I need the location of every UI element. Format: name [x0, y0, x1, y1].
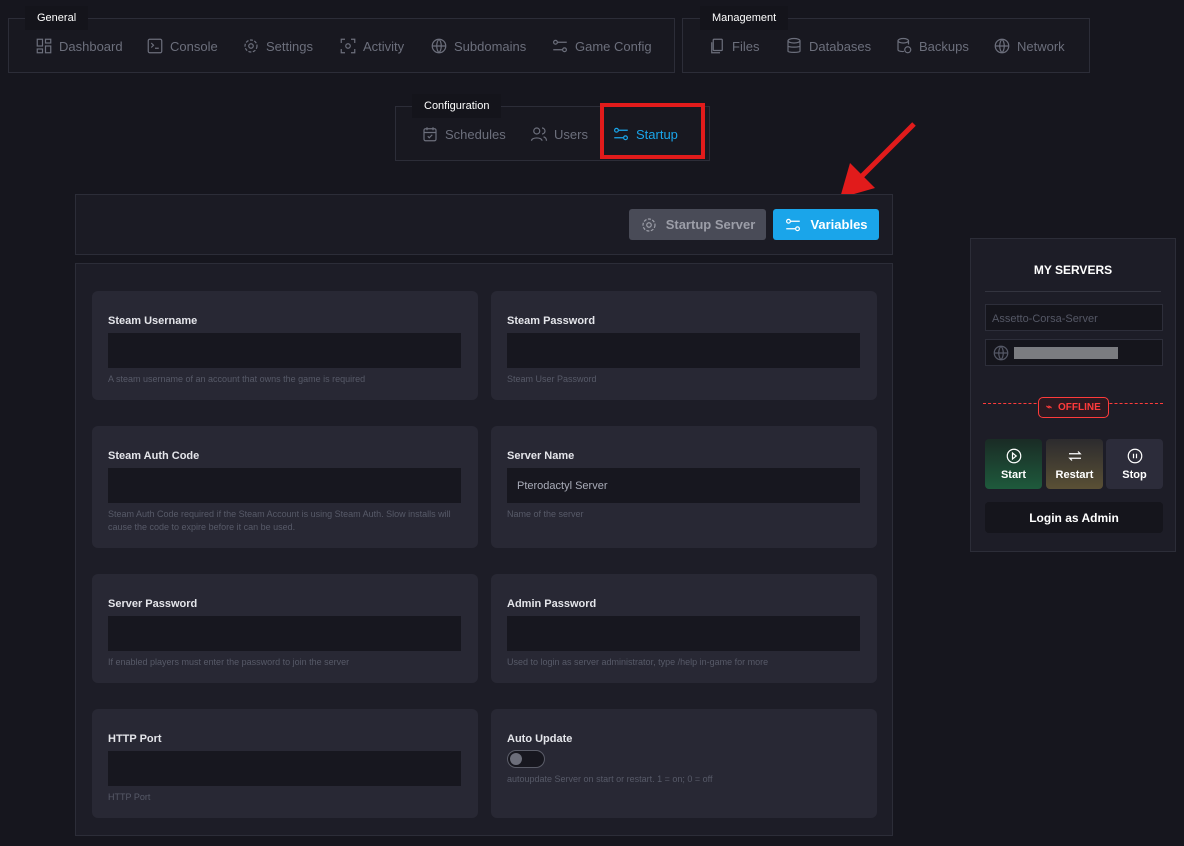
configuration-legend: Configuration	[412, 94, 502, 118]
restart-button[interactable]: Restart	[1046, 439, 1103, 489]
variables-button[interactable]: Variables	[773, 209, 879, 240]
status-badge: ⌁ OFFLINE	[1038, 397, 1109, 418]
variable-label: Steam Username	[108, 315, 198, 327]
pause-icon	[1127, 448, 1142, 464]
variable-input[interactable]	[108, 333, 461, 368]
variable-card: Steam Auth Code Steam Auth Code required …	[92, 426, 478, 548]
variable-input[interactable]	[507, 616, 860, 651]
server-address-field[interactable]	[985, 339, 1163, 366]
sliders-icon	[553, 39, 567, 53]
variable-label: Steam Auth Code	[108, 450, 200, 462]
restart-icon	[1067, 451, 1082, 461]
activity-icon	[340, 38, 356, 54]
variable-input[interactable]	[108, 616, 461, 651]
auto-update-toggle[interactable]	[507, 750, 545, 768]
nav-subdomains[interactable]: Subdomains	[430, 37, 526, 55]
variable-label: Auto Update	[507, 733, 573, 745]
variable-input[interactable]: Pterodactyl Server	[507, 468, 860, 503]
variable-input[interactable]	[108, 751, 461, 786]
database-icon	[787, 37, 801, 53]
globe-icon	[993, 345, 1009, 361]
stop-button[interactable]: Stop	[1106, 439, 1163, 489]
variable-label: Steam Password	[507, 315, 596, 327]
calendar-icon	[423, 127, 437, 142]
sliders-icon	[786, 218, 801, 231]
variable-hint: Steam User Password	[507, 374, 597, 384]
nav-game-config[interactable]: Game Config	[551, 37, 652, 55]
variable-label: HTTP Port	[108, 733, 162, 745]
redacted-address	[1014, 347, 1118, 359]
console-icon	[147, 38, 163, 54]
variable-hint: A steam username of an account that owns…	[108, 374, 366, 384]
nav-databases[interactable]: Databases	[785, 37, 871, 55]
variable-card: HTTP Port HTTP Port	[92, 709, 478, 818]
login-as-admin-button[interactable]: Login as Admin	[985, 502, 1163, 533]
backup-icon	[897, 37, 912, 54]
start-button[interactable]: Start	[985, 439, 1042, 489]
variable-hint: Used to login as server administrator, t…	[507, 657, 769, 667]
startup-server-button[interactable]: Startup Server	[629, 209, 766, 240]
nav-users[interactable]: Users	[530, 125, 588, 143]
management-legend: Management	[700, 6, 789, 30]
nav-console[interactable]: Console	[146, 37, 218, 55]
variable-input[interactable]	[108, 468, 461, 503]
general-legend: General	[25, 6, 89, 30]
nav-schedules[interactable]: Schedules	[421, 125, 506, 143]
play-icon	[1006, 448, 1021, 464]
users-icon	[530, 127, 548, 141]
nav-files[interactable]: Files	[708, 37, 759, 55]
divider	[985, 291, 1161, 292]
dashboard-icon	[36, 38, 52, 54]
variable-label: Admin Password	[507, 598, 597, 610]
highlight-box	[600, 103, 705, 159]
variable-input[interactable]	[507, 333, 860, 368]
variable-card: Steam Username A steam username of an acc…	[92, 291, 478, 400]
variable-label: Server Password	[108, 598, 198, 610]
server-name-field[interactable]: Assetto-Corsa-Server	[985, 304, 1163, 331]
nav-dashboard[interactable]: Dashboard	[35, 37, 123, 55]
gear-icon	[642, 217, 656, 232]
my-servers-title: MY SERVERS	[1033, 263, 1113, 277]
network-icon	[994, 38, 1010, 54]
variable-card: Admin Password Used to login as server ad…	[491, 574, 877, 683]
gear-icon	[244, 39, 258, 53]
variable-card: Server Name Pterodactyl Server Name of the…	[491, 426, 877, 548]
variable-label: Server Name	[507, 450, 575, 462]
variable-hint: If enabled players must enter the passwo…	[108, 657, 350, 667]
variable-card: Server Password If enabled players must e…	[92, 574, 478, 683]
files-icon	[711, 38, 723, 54]
variable-hint: autoupdate Server on start or restart. 1…	[507, 774, 713, 784]
variable-hint: Name of the server	[507, 509, 584, 519]
wifi-off-icon: ⌁	[1046, 402, 1053, 413]
variable-card: Steam Password Steam User Password	[491, 291, 877, 400]
nav-network[interactable]: Network	[993, 37, 1065, 55]
nav-settings[interactable]: Settings	[242, 37, 313, 55]
globe-icon	[431, 38, 447, 54]
nav-activity[interactable]: Activity	[339, 37, 404, 55]
startup-toolbar	[75, 194, 893, 255]
variable-hint: HTTP Port	[108, 792, 151, 802]
toggle-knob	[510, 753, 522, 765]
variable-hint: Steam Auth Code required if the Steam Ac…	[108, 509, 451, 532]
nav-backups[interactable]: Backups	[895, 37, 969, 55]
variable-card: Auto Update autoupdate Server on start or…	[491, 709, 877, 818]
my-servers-panel: MY SERVERS Assetto-Corsa-Server ⌁ OFFLINE…	[970, 238, 1176, 552]
